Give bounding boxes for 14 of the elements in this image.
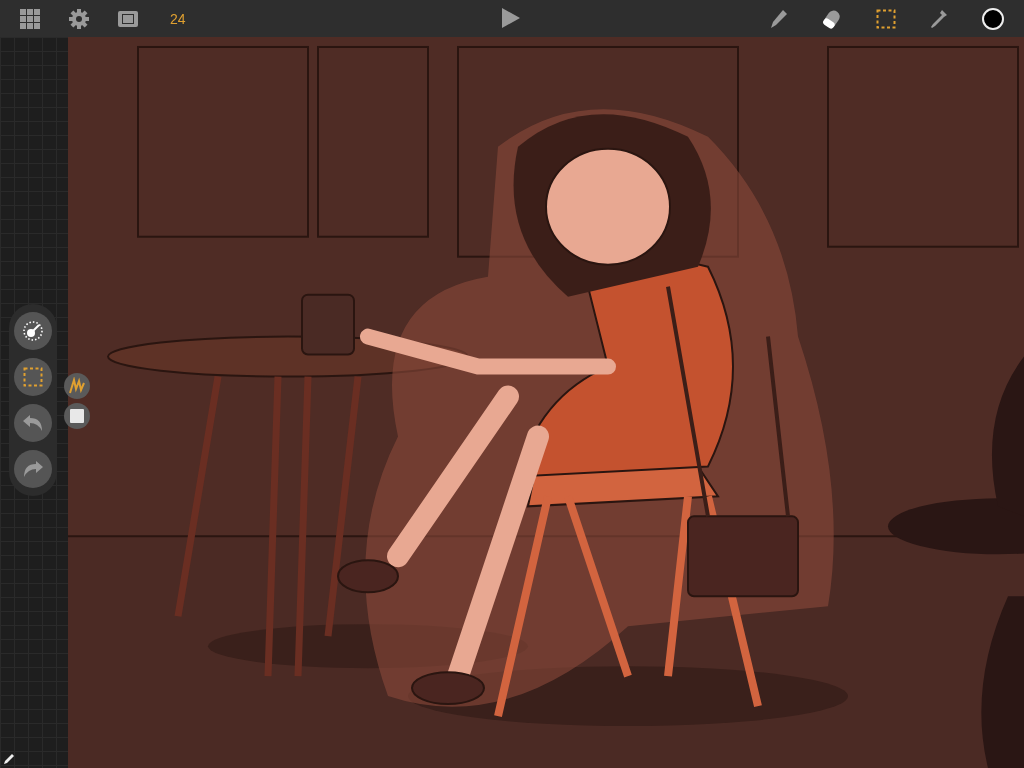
- pencil-icon: [3, 753, 15, 765]
- grid-icon[interactable]: [20, 8, 40, 29]
- redo-icon[interactable]: [14, 450, 52, 488]
- pencil-icon[interactable]: [770, 8, 788, 29]
- settings-icon[interactable]: [68, 7, 90, 30]
- selection-icon[interactable]: [14, 358, 52, 396]
- color-swatch[interactable]: [982, 7, 1004, 30]
- selection-icon[interactable]: [876, 8, 896, 29]
- frame-rate[interactable]: 24: [170, 10, 186, 27]
- film-icon[interactable]: [118, 10, 138, 27]
- play-icon[interactable]: [502, 8, 520, 28]
- undo-icon[interactable]: [14, 404, 52, 442]
- eyedropper-icon[interactable]: [930, 8, 948, 29]
- transform-icon[interactable]: [14, 312, 52, 350]
